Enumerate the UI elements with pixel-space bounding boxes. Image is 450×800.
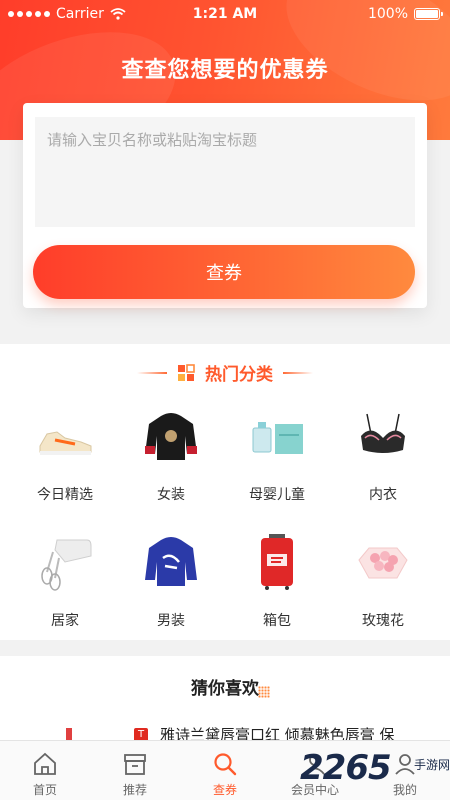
category-item[interactable]: 玫瑰花: [327, 530, 439, 640]
home-icon: [34, 752, 56, 775]
hot-category-section: 热门分类 今日精选 女装 母婴儿童 内衣 居家 男装 箱包 玫瑰花: [0, 344, 450, 640]
category-item[interactable]: 内衣: [327, 404, 439, 514]
suitcase-icon: [261, 534, 293, 590]
tab-label: 首页: [32, 783, 57, 797]
category-item[interactable]: 今日精选: [9, 404, 121, 514]
category-label: 内衣: [369, 487, 397, 503]
category-label: 母婴儿童: [249, 487, 305, 503]
page-title: 查查您想要的优惠券: [121, 58, 329, 83]
category-label: 男装: [157, 613, 185, 629]
tab-label: 推荐: [122, 783, 147, 797]
section-title: 热门分类: [205, 365, 273, 385]
tab-home[interactable]: 首页: [0, 741, 90, 800]
category-item[interactable]: 箱包: [221, 530, 333, 640]
dots-decoration: [258, 686, 270, 698]
watermark-number: 2265: [300, 748, 392, 788]
category-label: 女装: [157, 487, 185, 503]
category-item[interactable]: 女装: [115, 404, 227, 514]
sneaker-icon: [39, 431, 92, 455]
divider: [137, 371, 167, 374]
archive-icon: [124, 754, 146, 775]
status-bar: Carrier 1:21 AM 100%: [0, 0, 450, 30]
tab-search-coupon[interactable]: 查券: [180, 741, 270, 800]
tab-recommend[interactable]: 推荐: [90, 741, 180, 800]
tab-label: 查券: [212, 783, 237, 797]
category-label: 玫瑰花: [362, 613, 404, 629]
category-item[interactable]: 男装: [115, 530, 227, 640]
perfume-box-icon: [252, 422, 303, 454]
rose-box-icon: [358, 547, 408, 579]
category-item[interactable]: 居家: [9, 530, 121, 640]
divider: [283, 371, 313, 374]
category-grid-icon: [178, 363, 195, 381]
search-icon: [214, 753, 237, 776]
category-label: 箱包: [263, 613, 291, 629]
hoodie-icon: [145, 413, 197, 460]
category-label: 今日精选: [37, 487, 93, 503]
category-item[interactable]: 母婴儿童: [221, 404, 333, 514]
hand-mixer-icon: [41, 539, 92, 591]
watermark-text: 手游网: [413, 758, 450, 772]
site-watermark-logo: 2265 手游网: [300, 748, 450, 800]
search-card: 查券: [23, 103, 427, 308]
lingerie-icon: [361, 413, 405, 453]
search-input[interactable]: [35, 117, 415, 227]
section-header: 热门分类: [0, 360, 450, 385]
search-coupon-button[interactable]: 查券: [33, 245, 415, 299]
battery-icon: [414, 8, 443, 20]
battery-percent: 100%: [367, 6, 408, 22]
category-label: 居家: [51, 613, 79, 629]
section-title: 猜你喜欢: [191, 679, 259, 699]
blue-hoodie-icon: [145, 537, 197, 586]
